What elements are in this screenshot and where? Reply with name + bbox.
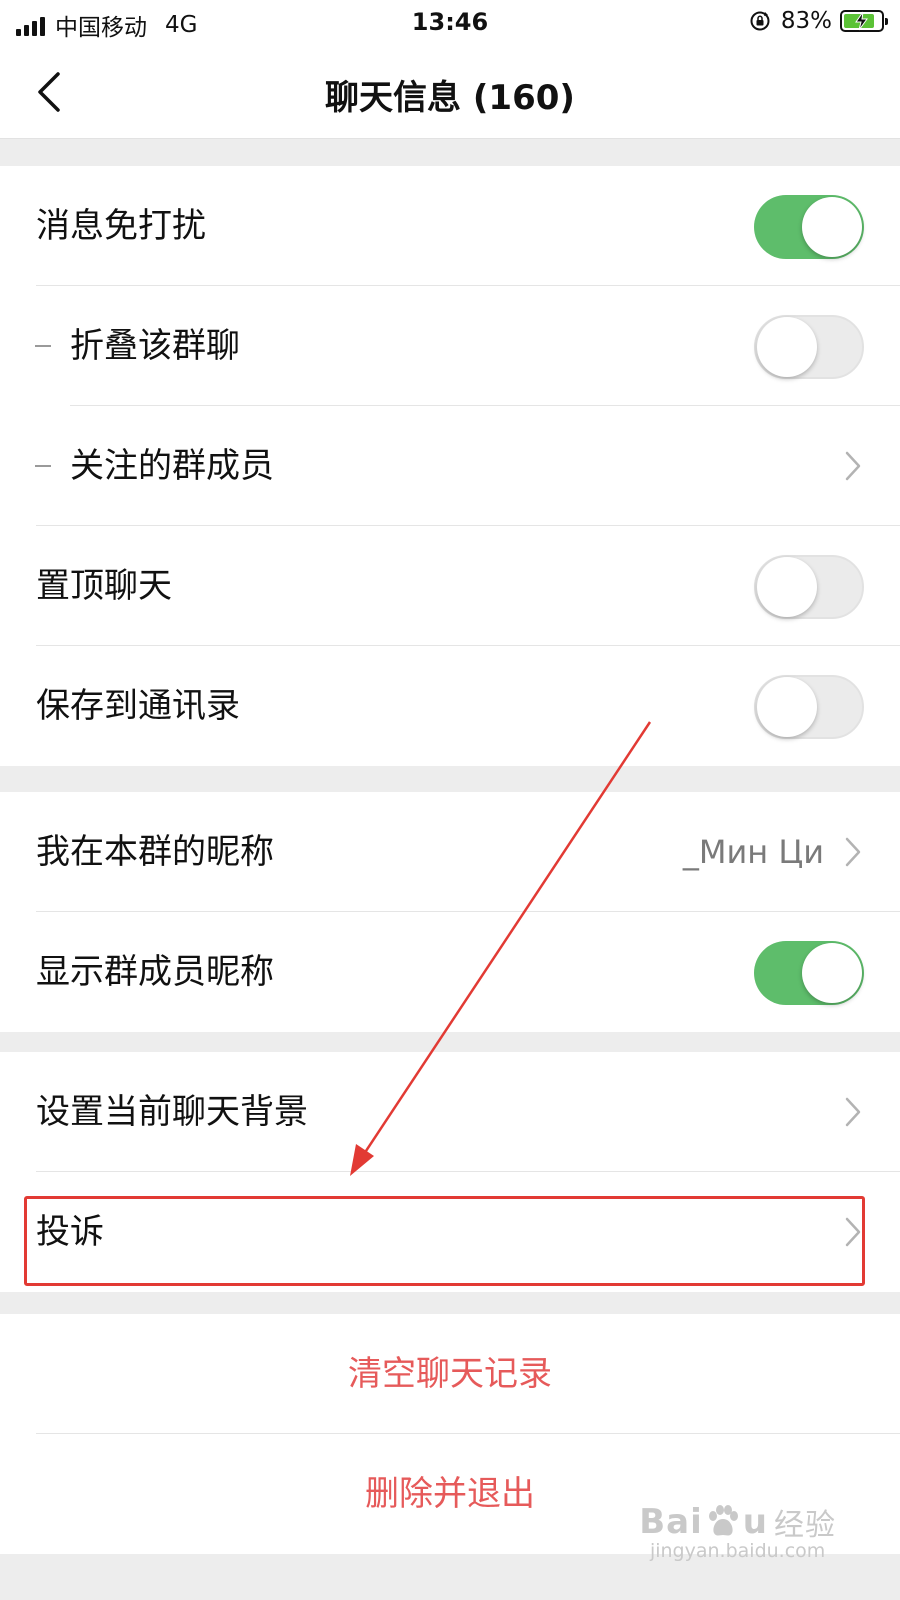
pin-chat-toggle[interactable]: [754, 555, 864, 619]
save-contacts-row[interactable]: 保存到通讯录: [0, 646, 900, 766]
mute-toggle[interactable]: [754, 195, 864, 259]
mute-label: 消息免打扰: [36, 206, 206, 246]
show-nicknames-row[interactable]: 显示群成员昵称: [0, 912, 900, 1032]
chat-background-row[interactable]: 设置当前聊天背景: [0, 1052, 900, 1172]
chevron-right-icon: [845, 1097, 861, 1127]
save-contacts-toggle[interactable]: [754, 675, 864, 739]
charging-bolt-icon: [855, 11, 868, 31]
chevron-right-icon: [845, 451, 861, 481]
complain-label: 投诉: [36, 1212, 104, 1252]
status-right: 83%: [749, 8, 888, 34]
status-bar: 中国移动 4G 13:46 83%: [0, 0, 900, 46]
complain-row[interactable]: 投诉: [0, 1172, 900, 1292]
settings-group-1: 消息免打扰 折叠该群聊 关注的群成员 置顶聊天 保存到通讯录: [0, 166, 900, 766]
watermark-suffix: 经验: [774, 1508, 836, 1543]
my-nickname-label: 我在本群的昵称: [36, 832, 274, 872]
indent-dash-icon: [35, 465, 51, 467]
save-contacts-label: 保存到通讯录: [36, 686, 240, 726]
followed-members-label: 关注的群成员: [70, 446, 274, 486]
clear-history-row[interactable]: 清空聊天记录: [0, 1314, 900, 1434]
watermark-brand-end: u: [742, 1502, 768, 1542]
baidu-jingyan-watermark: Bai u 经验 jingyan.baidu.com: [639, 1500, 836, 1562]
settings-group-3: 设置当前聊天背景 投诉: [0, 1052, 900, 1292]
show-nicknames-label: 显示群成员昵称: [36, 952, 274, 992]
nav-bar: 聊天信息 (160): [0, 46, 900, 139]
mute-row[interactable]: 消息免打扰: [0, 166, 900, 286]
chevron-right-icon: [845, 1217, 861, 1247]
fold-chat-row[interactable]: 折叠该群聊: [0, 286, 900, 406]
pin-chat-label: 置顶聊天: [36, 566, 172, 606]
show-nicknames-toggle[interactable]: [754, 941, 864, 1005]
fold-chat-toggle[interactable]: [754, 315, 864, 379]
chat-background-label: 设置当前聊天背景: [36, 1092, 308, 1132]
page-title: 聊天信息 (160): [325, 78, 575, 118]
battery-icon: [840, 10, 888, 32]
pin-chat-row[interactable]: 置顶聊天: [0, 526, 900, 646]
fold-chat-label: 折叠该群聊: [70, 326, 240, 366]
my-nickname-value: _Мин Ци: [682, 833, 824, 871]
watermark-brand: Bai: [639, 1502, 703, 1542]
watermark-url: jingyan.baidu.com: [649, 1540, 826, 1562]
baidu-paw-icon: [708, 1505, 738, 1536]
settings-group-2: 我在本群的昵称 _Мин Ци 显示群成员昵称: [0, 792, 900, 1032]
indent-dash-icon: [35, 345, 51, 347]
battery-percent: 83%: [780, 8, 832, 34]
my-nickname-row[interactable]: 我在本群的昵称 _Мин Ци: [0, 792, 900, 912]
chevron-right-icon: [845, 837, 861, 867]
clear-history-button[interactable]: 清空聊天记录: [0, 1314, 900, 1434]
orientation-lock-icon: [750, 11, 770, 31]
followed-members-row[interactable]: 关注的群成员: [0, 406, 900, 526]
